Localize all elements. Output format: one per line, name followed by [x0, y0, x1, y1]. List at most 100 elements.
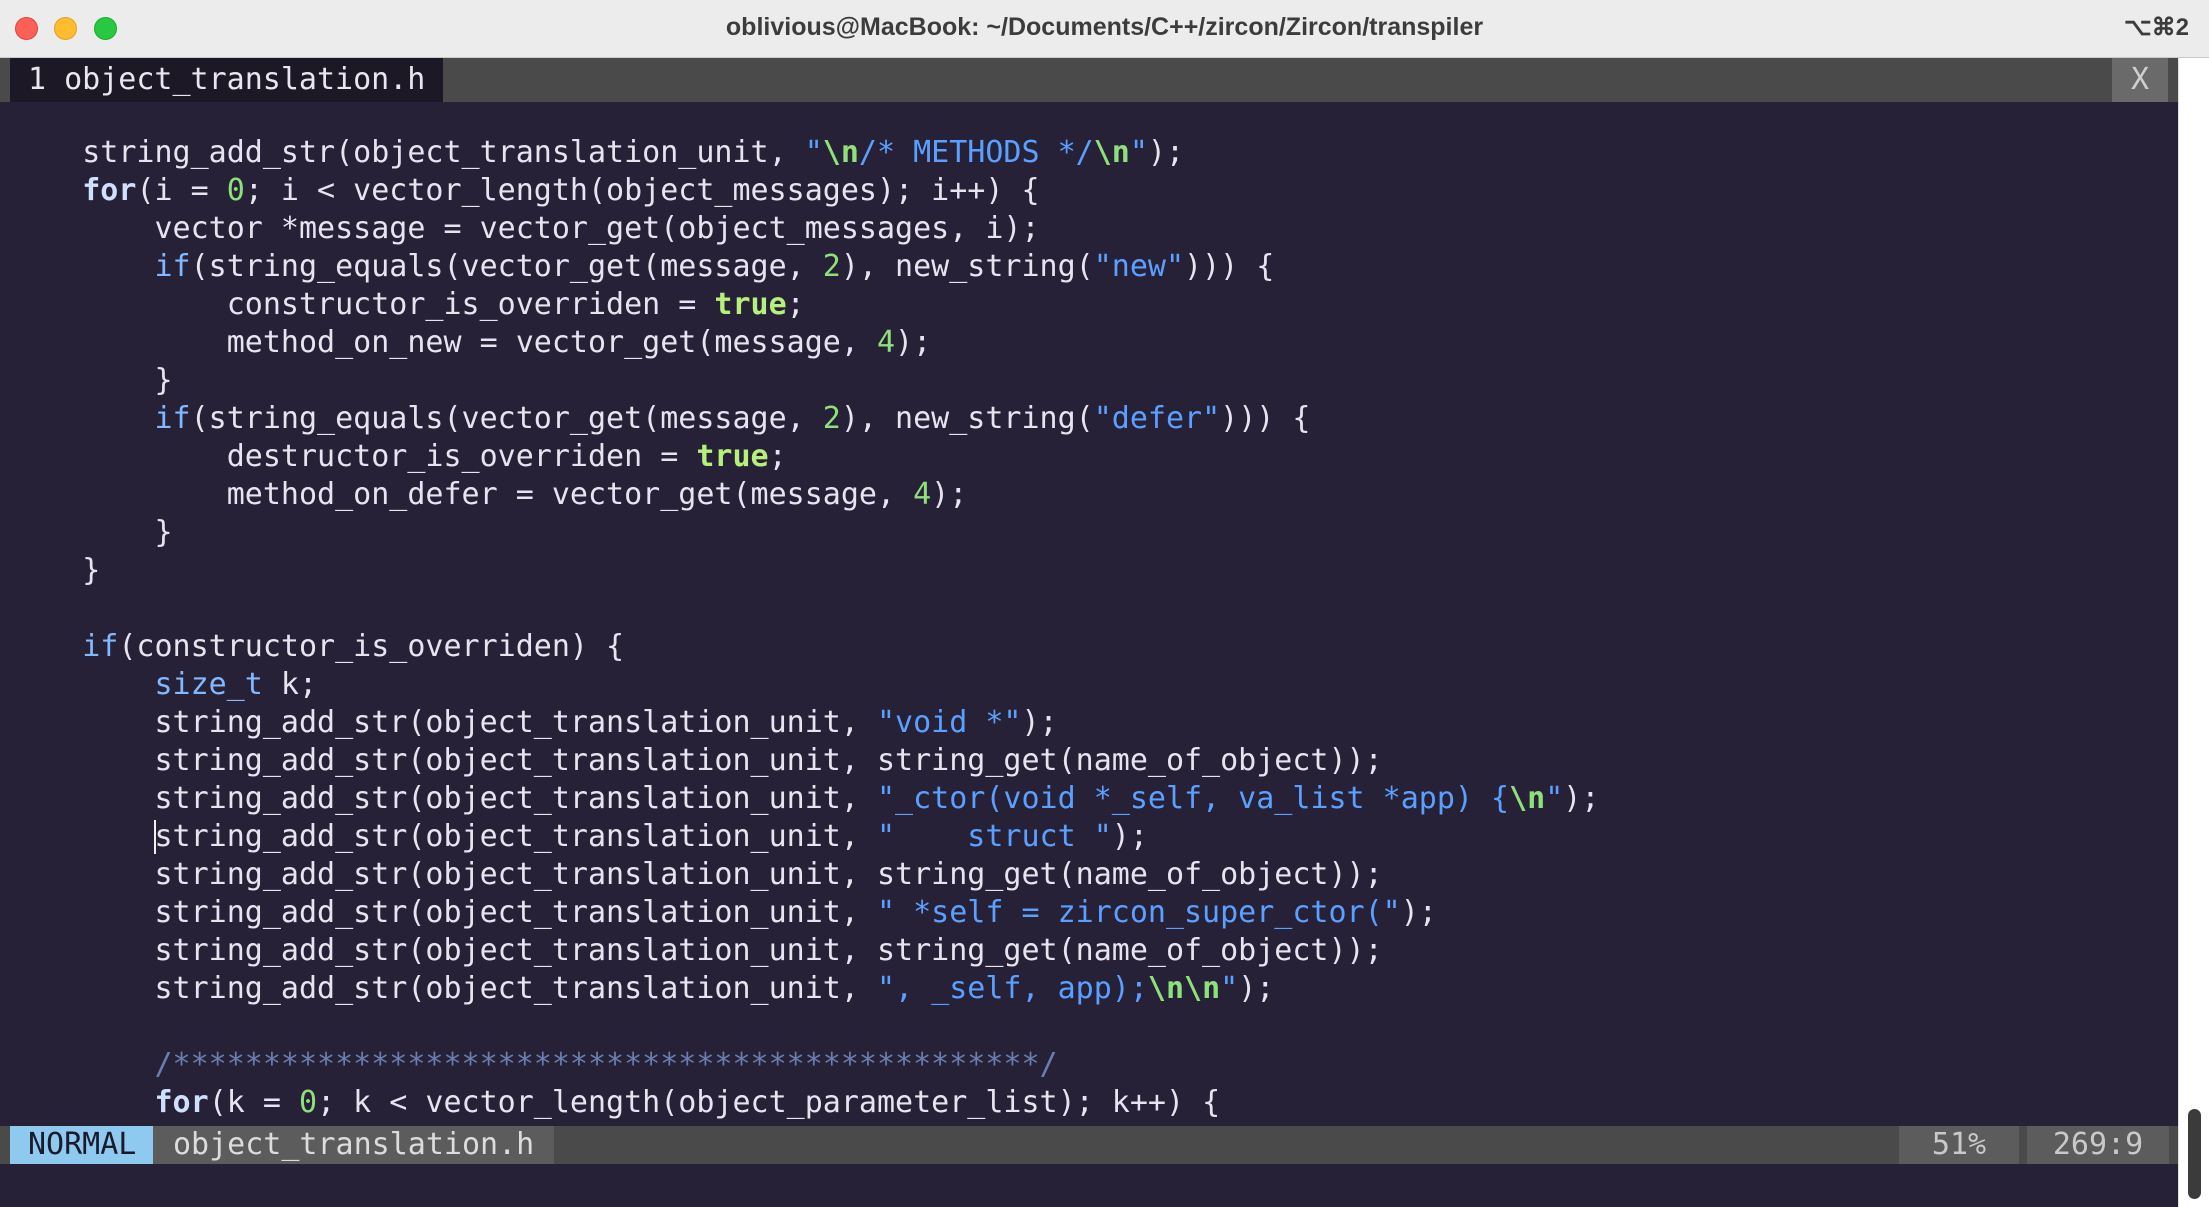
code-line[interactable]: constructor_is_overriden = true; [10, 286, 1599, 324]
code-line[interactable]: for(k = 0; k < vector_length(object_para… [10, 1084, 1599, 1122]
code-token: 4 [876, 325, 896, 360]
code-token: " [1220, 971, 1239, 1006]
code-token: ; [786, 287, 805, 322]
code-token: ; i < vector_length(object_messages); i+… [244, 173, 1040, 208]
code-buffer[interactable]: string_add_str(object_translation_unit, … [10, 134, 1599, 1122]
code-line[interactable]: string_add_str(object_translation_unit, … [10, 780, 1599, 818]
scrollbar-thumb[interactable] [2188, 1109, 2201, 1199]
code-token: \n [1509, 781, 1546, 816]
code-line[interactable]: string_add_str(object_translation_unit, … [10, 742, 1599, 780]
code-token: ", _self, app); [876, 971, 1148, 1006]
code-token: k; [262, 667, 318, 702]
code-line[interactable]: } [10, 514, 1599, 552]
code-line[interactable]: for(i = 0; i < vector_length(object_mess… [10, 172, 1599, 210]
code-token: \n [822, 135, 859, 170]
code-token: "new" [1093, 249, 1185, 284]
code-line[interactable]: size_t k; [10, 666, 1599, 704]
code-token: if [154, 249, 191, 284]
code-token: /***************************************… [154, 1047, 1058, 1082]
tab-object-translation[interactable]: 1 object_translation.h [10, 58, 444, 102]
code-token: ); [931, 477, 968, 512]
code-token: constructor_is_overriden = [10, 287, 715, 322]
code-token: \n\n [1147, 971, 1221, 1006]
code-token: string_add_str(object_translation_unit, … [10, 857, 1383, 892]
code-token: method_on_new = vector_get(message, [10, 325, 877, 360]
code-line[interactable]: } [10, 552, 1599, 590]
code-token: 0 [299, 1085, 318, 1120]
command-line[interactable] [0, 1164, 2178, 1207]
code-line[interactable]: string_add_str(object_translation_unit, … [10, 894, 1599, 932]
code-line[interactable]: if(string_equals(vector_get(message, 2),… [10, 400, 1599, 438]
close-tab-button[interactable]: X [2112, 58, 2168, 102]
code-token: ; k < vector_length(object_parameter_lis… [317, 1085, 1221, 1120]
code-token: " [1129, 135, 1148, 170]
code-token: string_add_str(object_translation_unit, [10, 781, 877, 816]
code-token: } [10, 515, 173, 550]
mode-indicator: NORMAL [10, 1126, 155, 1164]
code-token: string_add_str(object_translation_unit, [10, 819, 877, 854]
code-token: 2 [822, 401, 841, 436]
scrollbar[interactable] [2178, 58, 2209, 1207]
code-token: size_t [154, 667, 263, 702]
code-token: ); [1111, 819, 1148, 854]
code-token: (constructor_is_overriden) { [118, 629, 625, 664]
code-token: "_ctor(void *_self, va_list *app) { [876, 781, 1510, 816]
code-token: for [82, 173, 137, 208]
window-shortcut: ⌥⌘2 [2123, 14, 2189, 41]
code-token: " struct " [876, 819, 1112, 854]
code-token: for [154, 1085, 209, 1120]
code-token: true [696, 439, 769, 474]
code-line[interactable] [10, 590, 1599, 628]
code-token: 4 [913, 477, 932, 512]
code-line[interactable]: if(string_equals(vector_get(message, 2),… [10, 248, 1599, 286]
code-token: 2 [822, 249, 841, 284]
terminal-window: oblivious@MacBook: ~/Documents/C++/zirco… [0, 0, 2209, 1207]
code-line[interactable]: string_add_str(object_translation_unit, … [10, 134, 1599, 172]
code-token: ; [768, 439, 787, 474]
code-line[interactable]: method_on_defer = vector_get(message, 4)… [10, 476, 1599, 514]
code-token: \n [1093, 135, 1130, 170]
code-line[interactable]: string_add_str(object_translation_unit, … [10, 704, 1599, 742]
code-token: /* METHODS */ [858, 135, 1094, 170]
code-line[interactable]: if(constructor_is_overriden) { [10, 628, 1599, 666]
code-line[interactable] [10, 1008, 1599, 1046]
code-line[interactable]: /***************************************… [10, 1046, 1599, 1084]
code-token: ), new_string( [840, 401, 1094, 436]
code-token: " [804, 135, 823, 170]
code-token: method_on_defer = vector_get(message, [10, 477, 914, 512]
code-token: string_add_str(object_translation_unit, … [10, 933, 1383, 968]
status-filename: object_translation.h [153, 1126, 555, 1164]
code-line[interactable]: string_add_str(object_translation_unit, … [10, 932, 1599, 970]
code-line[interactable]: destructor_is_overriden = true; [10, 438, 1599, 476]
code-token: "void *" [876, 705, 1022, 740]
code-token: " *self = zircon_super_ctor(" [876, 895, 1401, 930]
vim-tabline: 1 object_translation.h X [0, 58, 2178, 102]
code-token: " [1545, 781, 1564, 816]
code-editor[interactable]: string_add_str(object_translation_unit, … [0, 102, 2178, 1126]
code-line[interactable]: string_add_str(object_translation_unit, … [10, 970, 1599, 1008]
code-token: 0 [226, 173, 245, 208]
code-token: true [714, 287, 787, 322]
code-line[interactable]: string_add_str(object_translation_unit, … [10, 818, 1599, 856]
code-token: ); [1147, 135, 1185, 170]
code-token: (string_equals(vector_get(message, [190, 249, 823, 284]
code-line[interactable]: } [10, 362, 1599, 400]
code-line[interactable]: string_add_str(object_translation_unit, … [10, 856, 1599, 894]
code-line[interactable]: method_on_new = vector_get(message, 4); [10, 324, 1599, 362]
code-token: "defer" [1093, 401, 1221, 436]
code-line[interactable]: vector *message = vector_get(object_mess… [10, 210, 1599, 248]
code-token: ); [1238, 971, 1275, 1006]
code-token: ); [1400, 895, 1437, 930]
code-token: ); [895, 325, 932, 360]
code-token: destructor_is_overriden = [10, 439, 697, 474]
cursor-position: 269:9 [2027, 1126, 2169, 1164]
window-title: oblivious@MacBook: ~/Documents/C++/zirco… [725, 13, 1484, 41]
code-token: if [154, 401, 191, 436]
code-token: ); [1021, 705, 1058, 740]
